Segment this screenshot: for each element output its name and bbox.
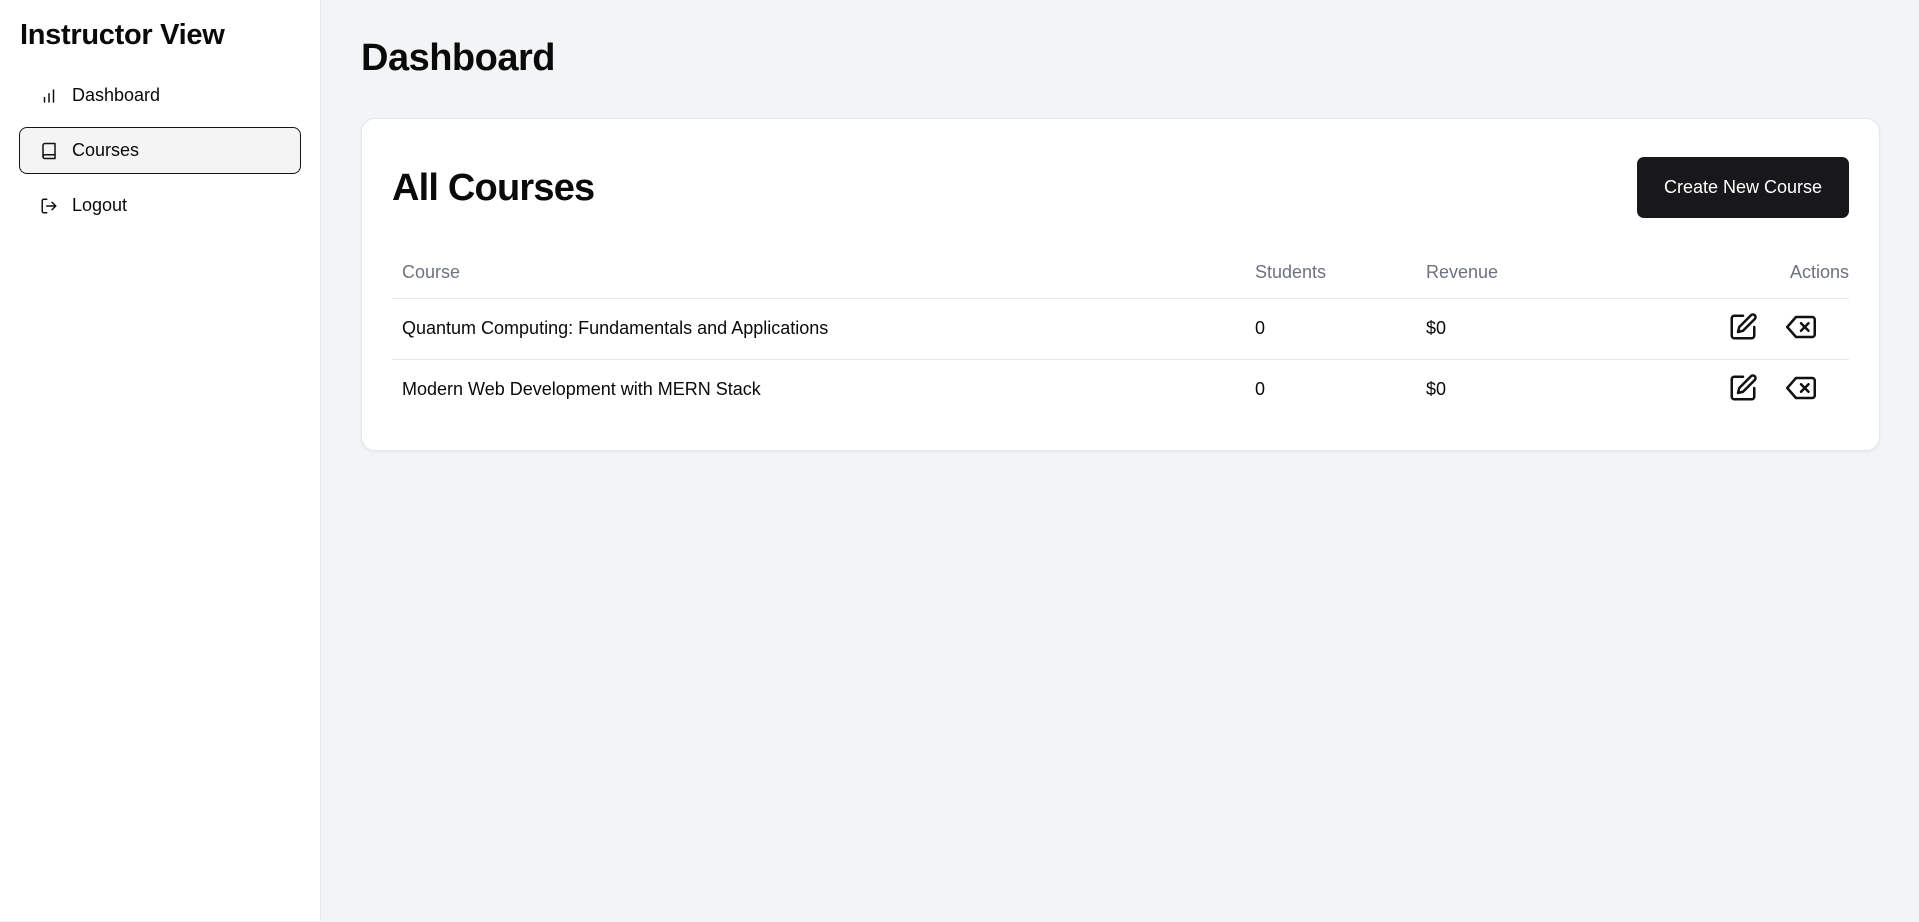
actions-cell (1594, 359, 1849, 420)
revenue-value: $0 (1426, 379, 1447, 400)
card-header: All Courses Create New Course (392, 157, 1849, 218)
delete-course-button[interactable] (1785, 313, 1817, 345)
sidebar-item-courses[interactable]: Courses (19, 127, 301, 174)
column-header-students: Students (1245, 248, 1416, 299)
student-count: 0 (1245, 298, 1416, 360)
column-header-revenue: Revenue (1416, 248, 1594, 299)
create-new-course-button[interactable]: Create New Course (1637, 157, 1849, 218)
sidebar: Instructor View Dashboard Courses Logout (0, 0, 321, 921)
course-title: Modern Web Development with MERN Stack (402, 379, 761, 400)
logout-icon (40, 197, 58, 215)
delete-course-button[interactable] (1785, 374, 1817, 406)
sidebar-item-dashboard[interactable]: Dashboard (19, 72, 301, 119)
sidebar-item-label: Logout (72, 195, 128, 215)
edit-icon (1728, 312, 1758, 345)
courses-table: Course Students Revenue Actions Quantum … (392, 248, 1849, 420)
student-count: 0 (1255, 379, 1266, 400)
revenue-value: $0 (1416, 298, 1594, 360)
table-header-row: Course Students Revenue Actions (392, 248, 1849, 299)
table-row: Quantum Computing: Fundamentals and Appl… (392, 298, 1849, 360)
card-title: All Courses (392, 166, 595, 209)
delete-icon (1786, 312, 1816, 345)
sidebar-nav: Dashboard Courses Logout (19, 72, 301, 229)
table-row: Modern Web Development with MERN Stack 0… (392, 359, 1849, 420)
courses-card: All Courses Create New Course Course Stu… (361, 118, 1880, 451)
sidebar-item-label: Courses (72, 140, 140, 160)
app-root: Instructor View Dashboard Courses Logout… (0, 0, 1919, 921)
delete-icon (1786, 373, 1816, 406)
main-content: Dashboard All Courses Create New Course … (321, 0, 1919, 921)
edit-course-button[interactable] (1727, 313, 1759, 345)
sidebar-title: Instructor View (20, 19, 225, 51)
page-title: Dashboard (361, 37, 555, 79)
row-actions (1604, 374, 1839, 406)
sidebar-item-logout[interactable]: Logout (19, 182, 301, 229)
bar-chart-icon (40, 87, 58, 105)
column-header-course: Course (392, 248, 1245, 299)
actions-cell (1593, 298, 1849, 360)
edit-course-button[interactable] (1727, 374, 1759, 406)
book-icon (40, 142, 58, 160)
row-actions (1604, 313, 1839, 345)
edit-icon (1728, 373, 1758, 406)
column-header-actions: Actions (1593, 248, 1849, 299)
course-title: Quantum Computing: Fundamentals and Appl… (392, 298, 1245, 360)
sidebar-item-label: Dashboard (72, 85, 161, 105)
